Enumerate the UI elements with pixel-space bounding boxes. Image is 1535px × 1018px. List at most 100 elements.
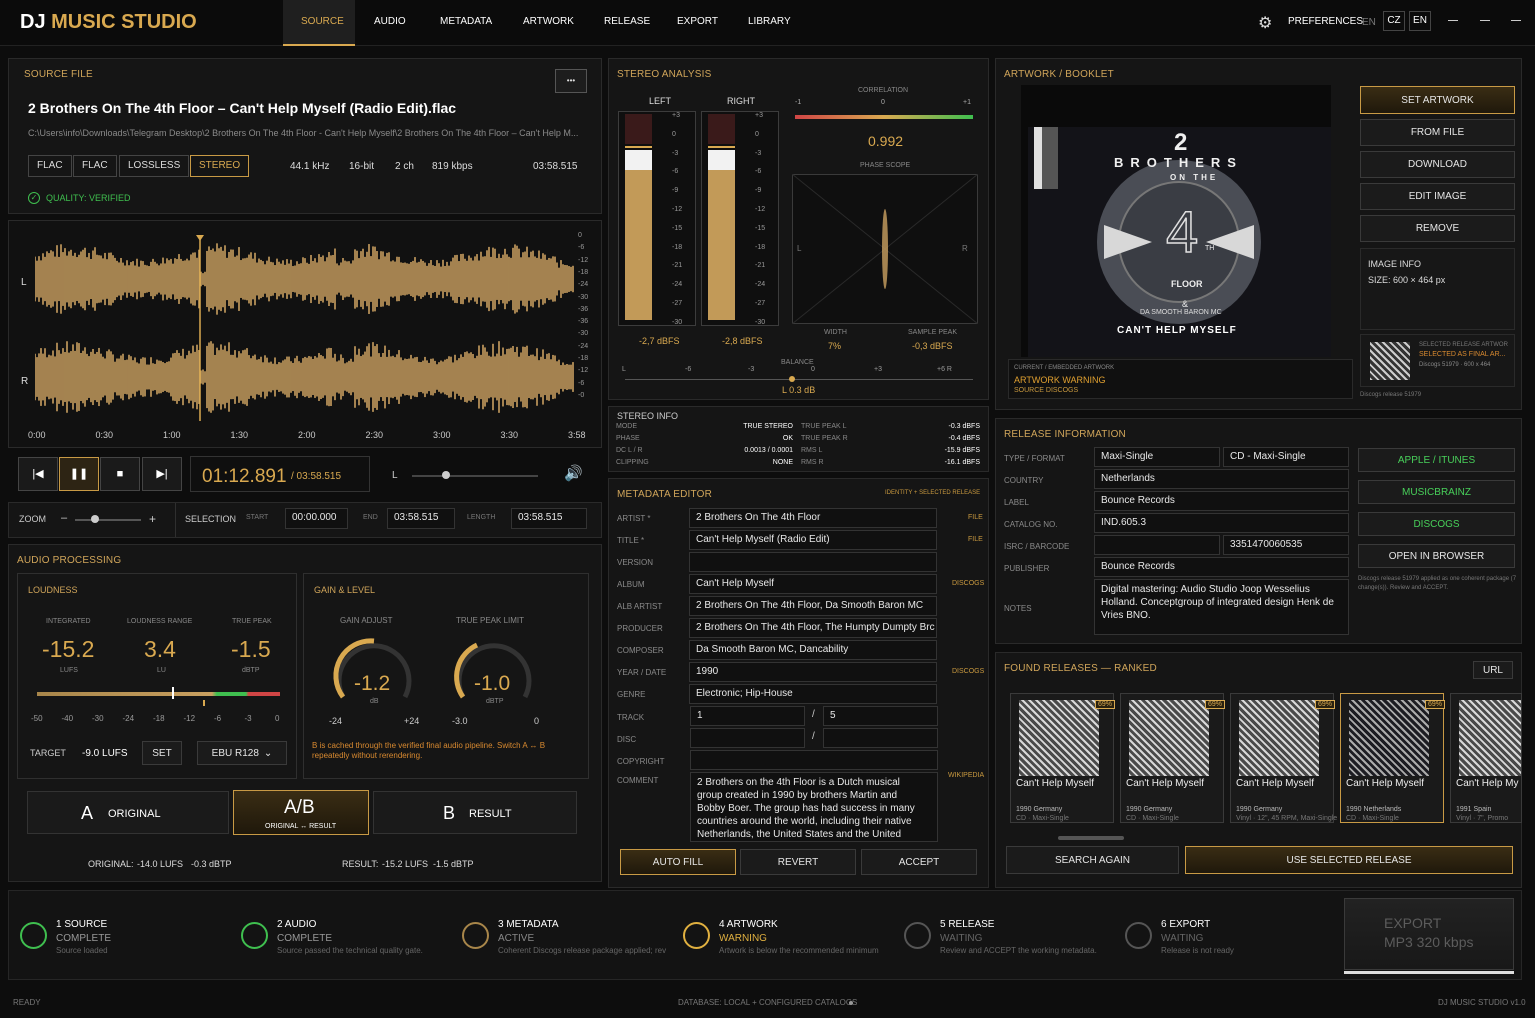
auto-fill-button[interactable]: AUTO FILL: [620, 849, 736, 875]
accept-button[interactable]: ACCEPT: [861, 849, 977, 875]
minimize-icon[interactable]: [1448, 20, 1458, 21]
phase-scope: [792, 174, 978, 324]
zoom-handle[interactable]: [91, 515, 99, 523]
catalog-field[interactable]: IND.605.3: [1094, 513, 1349, 533]
start-input[interactable]: 00:00.000: [285, 508, 348, 529]
from-file-button[interactable]: FROM FILE: [1360, 119, 1515, 146]
type-field[interactable]: Maxi-Single: [1094, 447, 1220, 467]
metadata-field[interactable]: Da Smooth Baron MC, Dancability: [689, 640, 937, 660]
pause-button[interactable]: ❚❚: [59, 457, 99, 491]
image-info-label: IMAGE INFO: [1368, 259, 1422, 269]
edit-image-button[interactable]: EDIT IMAGE: [1360, 183, 1515, 210]
search-again-button[interactable]: SEARCH AGAIN: [1006, 846, 1179, 874]
tab-library[interactable]: LIBRARY: [748, 16, 791, 27]
metadata-field[interactable]: Can't Help Myself (Radio Edit): [689, 530, 937, 550]
copyright-input[interactable]: [690, 750, 938, 770]
slider-handle[interactable]: [442, 471, 450, 479]
metadata-field[interactable]: [689, 552, 937, 572]
disc-total-input[interactable]: [823, 728, 938, 748]
discogs-button[interactable]: DISCOGS: [1358, 512, 1515, 536]
musicbrainz-button[interactable]: MUSICBRAINZ: [1358, 480, 1515, 504]
country-field[interactable]: Netherlands: [1094, 469, 1349, 489]
tab-metadata[interactable]: METADATA: [440, 16, 492, 27]
tab-audio[interactable]: AUDIO: [374, 16, 406, 27]
step-title[interactable]: 5 RELEASE: [940, 919, 994, 930]
metadata-field[interactable]: 1990: [689, 662, 937, 682]
publisher-field[interactable]: Bounce Records: [1094, 557, 1349, 577]
tab-export[interactable]: EXPORT: [677, 16, 718, 27]
prev-button[interactable]: |◀: [18, 457, 58, 491]
use-selected-release-button[interactable]: USE SELECTED RELEASE: [1185, 846, 1513, 874]
step-title[interactable]: 1 SOURCE: [56, 919, 107, 930]
meter-tick: -9: [672, 187, 679, 195]
stereo-info-cell: -0.4 dBFS: [948, 435, 980, 442]
status-database: DATABASE: LOCAL + CONFIGURED CATALOGS: [678, 998, 858, 1007]
label-field[interactable]: Bounce Records: [1094, 491, 1349, 511]
remove-button[interactable]: REMOVE: [1360, 215, 1515, 242]
lang-cz-button[interactable]: CZ: [1383, 11, 1405, 31]
zoom-out-button[interactable]: –: [61, 512, 67, 524]
format-field[interactable]: CD - Maxi-Single: [1223, 447, 1349, 467]
metadata-field[interactable]: Electronic; Hip-House: [689, 684, 937, 704]
download-button[interactable]: DOWNLOAD: [1360, 151, 1515, 178]
tab-source[interactable]: SOURCE: [301, 16, 344, 27]
maximize-icon[interactable]: [1480, 20, 1490, 21]
tab-artwork[interactable]: ARTWORK: [523, 16, 574, 27]
lang-en-button[interactable]: EN: [1409, 11, 1431, 31]
more-button[interactable]: •••: [555, 69, 587, 93]
waveform-display[interactable]: [35, 235, 575, 421]
integrated-unit: LUFS: [60, 667, 78, 674]
track-total-input[interactable]: 5: [823, 706, 938, 726]
track-input[interactable]: 1: [690, 706, 805, 726]
revert-button[interactable]: REVERT: [740, 849, 856, 875]
right-label: RIGHT: [727, 96, 755, 106]
stereo-info-title: STEREO INFO: [617, 411, 679, 421]
release-card[interactable]: 69% Can't Help Myself 1990 Germany CD · Max…: [1120, 693, 1226, 823]
release-card[interactable]: Can't Help My 1991 Spain Vinyl · 7", Promo: [1450, 693, 1522, 823]
metadata-field[interactable]: Can't Help Myself: [689, 574, 937, 594]
metadata-field[interactable]: 2 Brothers On The 4th Floor, Da Smooth B…: [689, 596, 937, 616]
cards-scrollbar[interactable]: [1058, 836, 1124, 840]
set-target-button[interactable]: SET: [142, 741, 182, 765]
app-logo: DJ MUSIC STUDIO: [20, 11, 197, 34]
lang-en-label[interactable]: EN: [1362, 17, 1376, 28]
notes-field[interactable]: Digital mastering: Audio Studio Joop Wes…: [1094, 579, 1349, 635]
open-in-browser-button[interactable]: OPEN IN BROWSER: [1358, 544, 1515, 568]
next-button[interactable]: ▶|: [142, 457, 182, 491]
apple-itunes-button[interactable]: APPLE / iTUNES: [1358, 448, 1515, 472]
tab-release[interactable]: RELEASE: [604, 16, 650, 27]
set-artwork-button[interactable]: SET ARTWORK: [1360, 86, 1515, 114]
step-title[interactable]: 2 AUDIO: [277, 919, 316, 930]
source-title: SOURCE FILE: [24, 69, 93, 80]
disc-input[interactable]: [690, 728, 805, 748]
release-card[interactable]: 69% Can't Help Myself 1990 Netherlands CD ·…: [1340, 693, 1446, 823]
cover-text-on-the: ON THE: [1170, 173, 1219, 182]
time-tick: 1:00: [163, 430, 181, 440]
zoom-slider[interactable]: [75, 515, 141, 523]
ebu-r128-dropdown[interactable]: EBU R128 ⌄: [197, 741, 287, 765]
step-title[interactable]: 4 ARTWORK: [719, 919, 778, 930]
speaker-icon[interactable]: 🔊: [564, 464, 583, 482]
zoom-in-button[interactable]: +: [149, 512, 156, 526]
step-title[interactable]: 6 EXPORT: [1161, 919, 1210, 930]
isrc-field[interactable]: [1094, 535, 1220, 555]
comment-textarea[interactable]: 2 Brothers on the 4th Floor is a Dutch m…: [690, 772, 938, 842]
metadata-field[interactable]: 2 Brothers On The 4th Floor: [689, 508, 937, 528]
length-input[interactable]: 03:58.515: [511, 508, 587, 529]
release-card[interactable]: 69% Can't Help Myself 1990 Germany Vinyl · …: [1230, 693, 1337, 823]
type-label: TYPE / FORMAT: [1004, 454, 1065, 463]
close-icon[interactable]: [1511, 20, 1521, 21]
tpl-max: 0: [534, 716, 540, 726]
release-card[interactable]: 69% Can't Help Myself 1990 Germany CD · Max…: [1010, 693, 1116, 823]
end-input[interactable]: 03:58.515: [387, 508, 455, 529]
balance-slider[interactable]: [412, 471, 538, 479]
barcode-field[interactable]: 3351470060535: [1223, 535, 1349, 555]
metadata-field[interactable]: 2 Brothers On The 4th Floor, The Humpty …: [689, 618, 937, 638]
metadata-label: COMPOSER: [617, 646, 664, 655]
preferences-button[interactable]: PREFERENCES: [1288, 16, 1363, 27]
gear-icon[interactable]: ⚙: [1258, 13, 1272, 33]
url-button[interactable]: URL: [1473, 661, 1513, 679]
start-label: START: [246, 514, 269, 521]
step-title[interactable]: 3 METADATA: [498, 919, 559, 930]
stop-button[interactable]: ■: [100, 457, 140, 491]
